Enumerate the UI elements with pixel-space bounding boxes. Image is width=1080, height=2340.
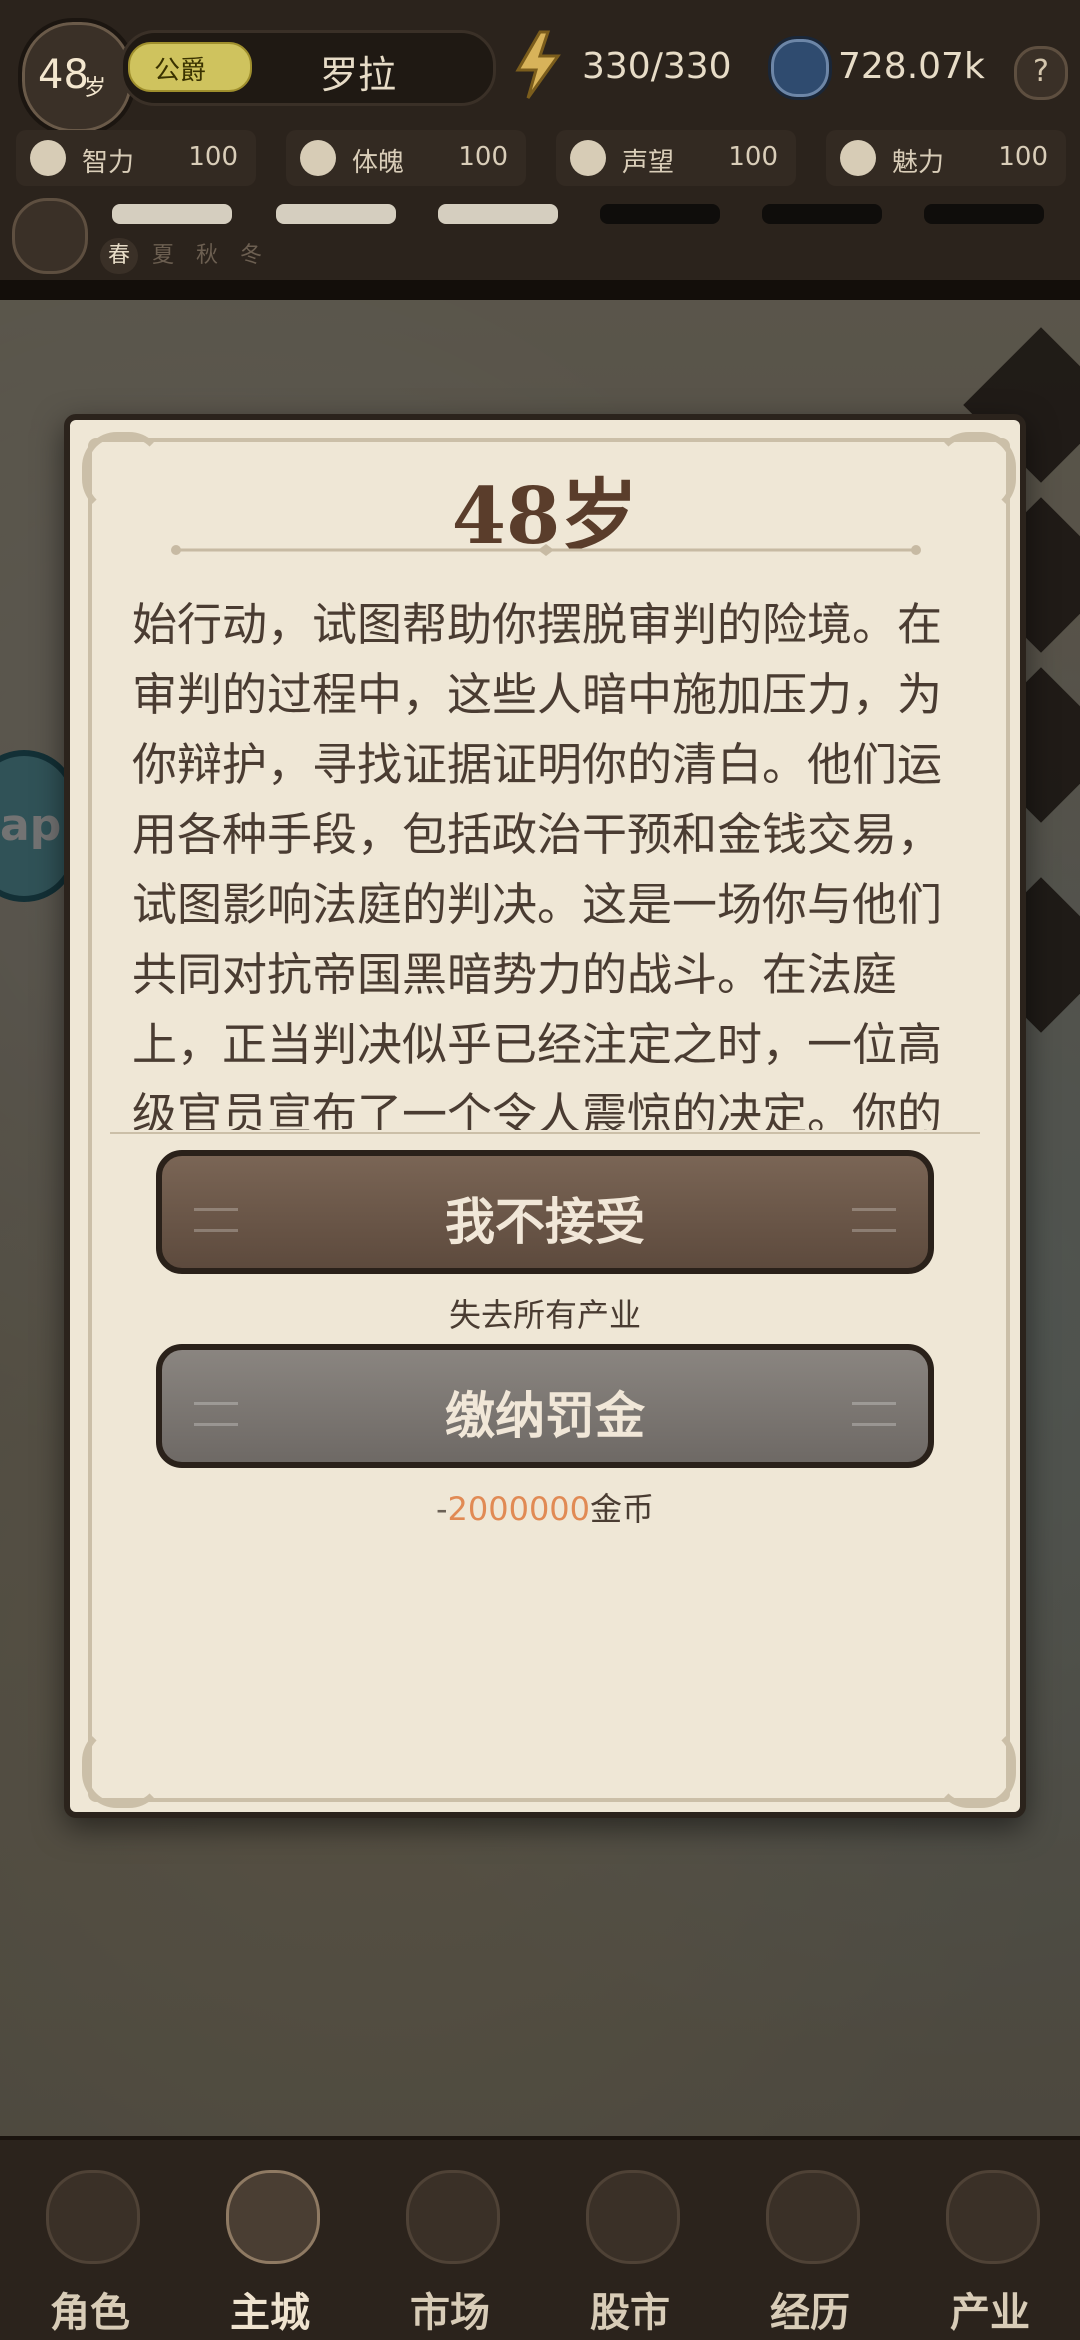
character-icon — [46, 2170, 140, 2264]
nav-industry[interactable]: 产业 — [900, 2140, 1080, 2340]
screen: ap 48 岁 公爵 罗拉 330/330 728.07k ? 智力 100 — [0, 0, 1080, 2340]
stat-label: 魅力 — [892, 148, 945, 178]
story-text[interactable]: 始行动，试图帮助你摆脱审判的险境。在审判的过程中，这些人暗中施加压力，为你辩护，… — [132, 590, 962, 1130]
bottom-navigation: 角色 主城 市场 股市 经历 产业 — [0, 2136, 1080, 2340]
player-name: 罗拉 — [320, 53, 397, 97]
stat-value: 100 — [998, 142, 1048, 172]
season-autumn: 秋 — [195, 243, 218, 268]
season-progress-bar-5 — [762, 204, 882, 224]
nav-label: 市场 — [410, 2289, 490, 2336]
stat-charm[interactable]: 魅力 100 — [826, 130, 1066, 186]
reject-button[interactable]: 我不接受 — [156, 1150, 934, 1274]
muscle-icon — [300, 140, 336, 176]
nav-label: 股市 — [590, 2289, 670, 2336]
top-hud: 48 岁 公爵 罗拉 330/330 728.07k ? 智力 100 体魄 1… — [0, 0, 1080, 280]
cost-prefix: - — [435, 1490, 448, 1528]
help-icon[interactable]: ? — [1014, 46, 1068, 100]
stat-label: 体魄 — [352, 148, 405, 178]
frame-corner — [934, 1726, 1016, 1808]
orb-icon — [768, 36, 832, 100]
reject-button-label: 我不接受 — [445, 1192, 645, 1251]
age-unit: 岁 — [84, 76, 107, 101]
season-progress-bar-2 — [276, 204, 396, 224]
energy-display[interactable]: 330/330 — [510, 30, 740, 100]
pay-fine-button-label: 缴纳罚金 — [445, 1386, 645, 1445]
hourglass-icon — [12, 198, 88, 274]
season-summer: 夏 — [151, 243, 174, 268]
title-divider — [171, 544, 921, 556]
season-winter: 冬 — [239, 243, 262, 268]
text-divider — [110, 1132, 980, 1134]
stat-value: 100 — [728, 142, 778, 172]
rank-text: 公爵 — [154, 56, 207, 86]
fine-cost: -2000000金币 — [70, 1484, 1020, 1530]
nav-label: 经历 — [770, 2289, 850, 2336]
currency-text: 728.07k — [838, 46, 985, 87]
stat-value: 100 — [458, 142, 508, 172]
event-dialog: 48岁 始行动，试图帮助你摆脱审判的险境。在审判的过程中，这些人暗中施加压力，为… — [64, 414, 1026, 1818]
stat-label: 声望 — [622, 148, 675, 178]
nav-main-city[interactable]: 主城 — [180, 2140, 360, 2340]
season-progress-bar-4 — [600, 204, 720, 224]
nav-character[interactable]: 角色 — [0, 2140, 180, 2340]
nav-label: 主城 — [230, 2289, 310, 2336]
stat-reputation[interactable]: 声望 100 — [556, 130, 796, 186]
stat-intelligence[interactable]: 智力 100 — [16, 130, 256, 186]
cost-unit: 金币 — [590, 1490, 655, 1528]
age-number: 48 — [38, 52, 89, 98]
scroll-icon — [766, 2170, 860, 2264]
season-spring: 春 — [100, 238, 138, 274]
laurel-icon — [570, 140, 606, 176]
stat-label: 智力 — [82, 148, 135, 178]
heart-pulse-icon — [840, 140, 876, 176]
season-indicator: 春 夏 秋 冬 — [100, 238, 320, 274]
nav-label: 产业 — [950, 2289, 1030, 2336]
lightning-icon — [515, 30, 561, 99]
scale-icon — [406, 2170, 500, 2264]
season-progress-bar-1 — [112, 204, 232, 224]
brain-icon — [30, 140, 66, 176]
reject-consequence: 失去所有产业 — [448, 1296, 641, 1334]
nav-label: 角色 — [50, 2289, 130, 2336]
stock-icon — [586, 2170, 680, 2264]
stat-physique[interactable]: 体魄 100 — [286, 130, 526, 186]
stat-value: 100 — [188, 142, 238, 172]
castle-icon — [226, 2170, 320, 2264]
frame-corner — [82, 1726, 164, 1808]
season-progress-bar-3 — [438, 204, 558, 224]
nav-market[interactable]: 市场 — [360, 2140, 540, 2340]
pay-fine-button[interactable]: 缴纳罚金 — [156, 1344, 934, 1468]
coins-icon — [946, 2170, 1040, 2264]
energy-text: 330/330 — [582, 46, 732, 87]
nav-stock-market[interactable]: 股市 — [540, 2140, 720, 2340]
season-progress-bar-6 — [924, 204, 1044, 224]
cost-amount: 2000000 — [447, 1490, 591, 1528]
currency-display[interactable]: 728.07k — [768, 30, 1018, 100]
nav-experience[interactable]: 经历 — [720, 2140, 900, 2340]
